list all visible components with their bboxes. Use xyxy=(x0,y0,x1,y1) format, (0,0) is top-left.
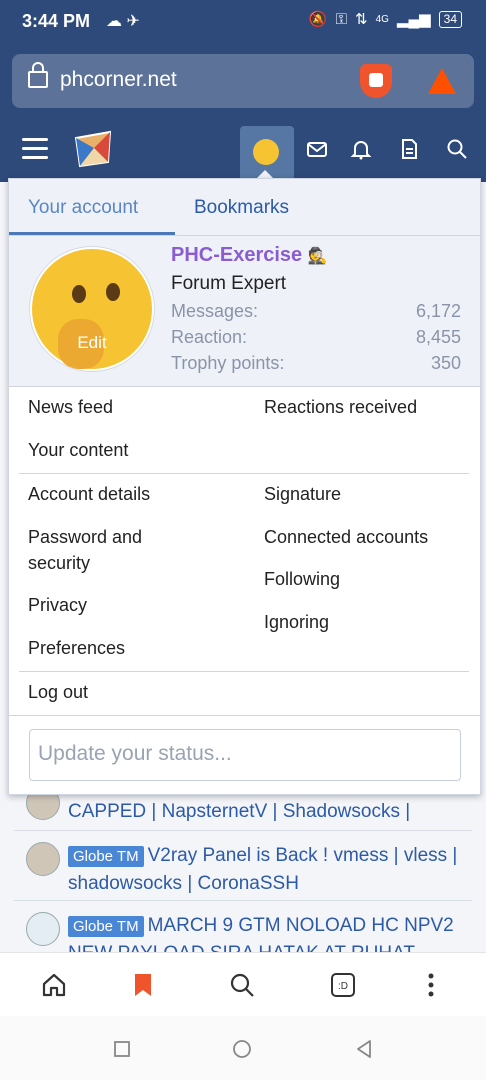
link-following[interactable]: Following xyxy=(264,566,340,592)
thread-avatar xyxy=(26,842,60,876)
profile-user-title: Forum Expert xyxy=(171,273,287,294)
stat-label: Trophy points: xyxy=(171,353,285,373)
data-arrows-icon: ⇅ xyxy=(355,11,368,28)
hamburger-menu-icon[interactable] xyxy=(22,138,48,160)
browser-toolbar: phcorner.net xyxy=(0,44,486,120)
profile-summary: Edit PHC-Exercise 🕵 Forum Expert Message… xyxy=(9,236,480,387)
username-text[interactable]: PHC-Exercise xyxy=(171,244,302,266)
link-preferences[interactable]: Preferences xyxy=(28,635,125,661)
back-icon[interactable] xyxy=(354,1039,374,1059)
thread-title[interactable]: CAPPED | NapsternetV | Shadowsocks | xyxy=(68,798,468,825)
divider xyxy=(19,671,469,672)
avatar-eye xyxy=(72,285,86,303)
status-bar: 3:44 PM ☁ ✈ 🔕 ⚿ ⇅ 4G ▂▄▆ 34 xyxy=(0,0,486,44)
link-reactions-received[interactable]: Reactions received xyxy=(264,394,417,420)
signal-icon: ▂▄▆ xyxy=(396,11,431,28)
link-account-details[interactable]: Account details xyxy=(28,481,150,507)
link-your-content[interactable]: Your content xyxy=(28,437,128,463)
thread-prefix[interactable]: Globe TM xyxy=(68,846,144,867)
stat-reaction[interactable]: Reaction: 8,455 xyxy=(171,327,461,348)
stat-value: 8,455 xyxy=(415,327,461,347)
avatar-eye xyxy=(106,283,120,301)
stat-value: 350 xyxy=(430,353,461,373)
link-privacy[interactable]: Privacy xyxy=(28,592,87,618)
link-signature[interactable]: Signature xyxy=(264,481,341,507)
search-icon[interactable] xyxy=(228,971,256,999)
tab-your-account[interactable]: Your account xyxy=(28,197,138,219)
status-update-field[interactable] xyxy=(29,729,461,781)
bookmark-icon[interactable] xyxy=(131,971,155,999)
recents-icon[interactable] xyxy=(113,1040,131,1058)
divider xyxy=(19,473,469,474)
link-ignoring[interactable]: Ignoring xyxy=(264,609,329,635)
link-log-out[interactable]: Log out xyxy=(28,679,88,705)
svg-text::D: :D xyxy=(338,981,348,992)
spy-icon: 🕵 xyxy=(307,248,328,265)
link-password-line1: Password and xyxy=(28,527,143,547)
site-logo[interactable] xyxy=(72,128,114,170)
mail-icon[interactable] xyxy=(306,138,328,160)
url-text: phcorner.net xyxy=(60,68,177,91)
stat-trophy-points[interactable]: Trophy points: 350 xyxy=(171,353,461,374)
status-icons-left: ☁ ✈ xyxy=(106,13,140,30)
brave-shields-icon[interactable] xyxy=(360,64,392,98)
home-icon[interactable] xyxy=(40,971,68,999)
user-avatar-small xyxy=(253,139,279,165)
active-tab-indicator xyxy=(9,232,175,235)
tab-bookmarks[interactable]: Bookmarks xyxy=(194,197,289,219)
bell-icon[interactable] xyxy=(350,138,372,160)
key-icon: ⚿ xyxy=(335,10,348,28)
profile-avatar[interactable]: Edit xyxy=(29,246,155,372)
battery-icon: 34 xyxy=(438,10,462,28)
stat-messages[interactable]: Messages: 6,172 xyxy=(171,301,461,322)
tabs-icon[interactable]: :D xyxy=(330,971,356,999)
lock-icon xyxy=(28,62,48,88)
link-password-security[interactable]: Password and security xyxy=(28,524,142,576)
stat-value: 6,172 xyxy=(415,301,461,321)
document-icon[interactable] xyxy=(398,138,420,160)
link-news-feed[interactable]: News feed xyxy=(28,394,113,420)
thread-item[interactable]: Globe TMMARCH 9 GTM NOLOAD HC NPV2 NEW P… xyxy=(14,902,472,952)
mute-icon: 🔕 xyxy=(308,11,328,28)
search-icon[interactable] xyxy=(446,138,468,160)
thread-text[interactable]: Globe TMMARCH 9 GTM NOLOAD HC NPV2 NEW P… xyxy=(68,912,468,952)
network-type: 4G xyxy=(375,13,389,25)
thread-text[interactable]: Globe TM V2ray Panel is Back ! vmess | vl… xyxy=(68,842,468,897)
stat-label: Messages: xyxy=(171,301,259,321)
address-bar[interactable]: phcorner.net xyxy=(12,54,474,108)
thread-avatar xyxy=(26,912,60,946)
profile-username[interactable]: PHC-Exercise 🕵 xyxy=(171,244,328,267)
menu-tabs: Your account Bookmarks xyxy=(9,179,480,236)
bat-rewards-icon[interactable] xyxy=(428,68,456,94)
status-update-input[interactable] xyxy=(30,730,460,778)
more-options-icon[interactable] xyxy=(426,971,436,999)
divider xyxy=(9,715,480,716)
link-connected-accounts[interactable]: Connected accounts xyxy=(264,524,428,550)
link-password-line2: security xyxy=(28,553,91,573)
status-time: 3:44 PM xyxy=(22,11,91,31)
thread-item[interactable]: Globe TM V2ray Panel is Back ! vmess | vl… xyxy=(14,832,472,901)
avatar-edit-label[interactable]: Edit xyxy=(30,333,154,353)
account-menu: Your account Bookmarks Edit PHC-Exercise… xyxy=(8,178,481,795)
home-circle-icon[interactable] xyxy=(232,1039,252,1059)
thread-prefix[interactable]: Globe TM xyxy=(68,916,144,937)
browser-bottom-bar: :D xyxy=(0,952,486,1017)
site-nav-bar xyxy=(0,120,486,182)
status-icons-right: 🔕 ⚿ ⇅ 4G ▂▄▆ 34 xyxy=(309,10,462,28)
stat-label: Reaction: xyxy=(171,327,248,347)
system-navigation-bar xyxy=(0,1016,486,1080)
